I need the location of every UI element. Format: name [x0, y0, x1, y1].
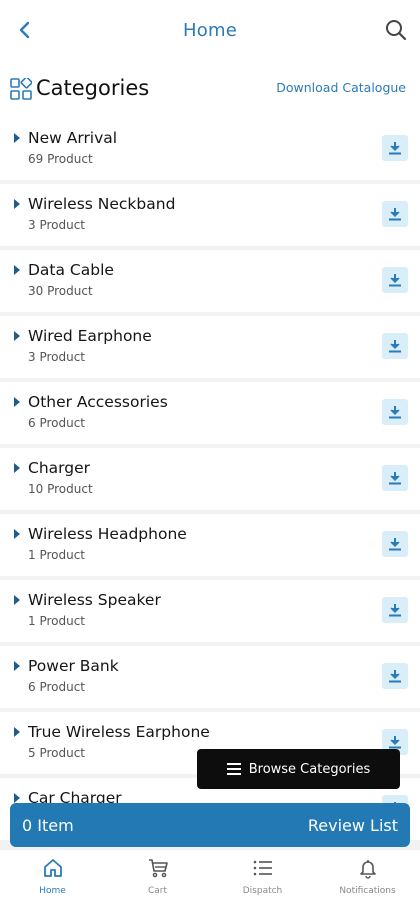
browse-categories-button[interactable]: Browse Categories [197, 749, 400, 789]
bottom-navigation: Home Cart Dispatch Notifications [0, 850, 420, 900]
caret-right-icon [14, 265, 20, 275]
download-icon [389, 604, 401, 617]
nav-label: Notifications [339, 886, 396, 896]
category-product-count: 6 Product [28, 680, 86, 694]
item-count: 0 Item [22, 815, 74, 835]
nav-label: Home [39, 886, 66, 896]
download-button[interactable] [382, 267, 408, 293]
download-button[interactable] [382, 399, 408, 425]
category-product-count: 3 Product [28, 350, 86, 364]
category-row[interactable]: Charger 10 Product [0, 448, 420, 510]
review-list-link[interactable]: Review List [308, 816, 398, 835]
section-title: Categories [36, 76, 150, 100]
bell-icon [356, 856, 380, 880]
download-icon [389, 274, 401, 287]
category-row[interactable]: Wireless Speaker 1 Product [0, 580, 420, 642]
download-button[interactable] [382, 333, 408, 359]
search-button[interactable] [382, 16, 410, 44]
caret-right-icon [14, 793, 20, 803]
category-name: Data Cable [28, 261, 114, 279]
category-name: Wireless Speaker [28, 591, 161, 609]
list-icon [251, 856, 275, 880]
nav-label: Cart [147, 886, 168, 896]
category-name: New Arrival [28, 129, 118, 147]
category-product-count: 6 Product [28, 416, 86, 430]
category-row[interactable]: Wireless Headphone 1 Product [0, 514, 420, 576]
category-product-count: 69 Product [28, 152, 93, 166]
category-product-count: 1 Product [28, 614, 86, 628]
cart-icon [146, 856, 170, 880]
download-icon [389, 142, 401, 155]
category-name: True Wireless Earphone [28, 723, 210, 741]
category-row[interactable]: Other Accessories 6 Product [0, 382, 420, 444]
category-product-count: 5 Product [28, 746, 86, 760]
nav-cart[interactable]: Cart [105, 850, 210, 900]
menu-icon [226, 763, 241, 775]
category-row[interactable]: Power Bank 6 Product [0, 646, 420, 708]
categories-icon [10, 78, 32, 100]
category-list: New Arrival 69 Product Wireless Neckband 3 … [0, 118, 420, 844]
back-button[interactable] [10, 16, 38, 44]
download-button[interactable] [382, 201, 408, 227]
caret-right-icon [14, 463, 20, 473]
download-icon [389, 208, 401, 221]
page-title: Home [183, 19, 237, 41]
categories-header: Categories Download Catalogue [0, 60, 420, 118]
category-product-count: 1 Product [28, 548, 86, 562]
category-row[interactable]: Wireless Neckband 3 Product [0, 184, 420, 246]
download-button[interactable] [382, 465, 408, 491]
download-button[interactable] [382, 663, 408, 689]
caret-right-icon [14, 661, 20, 671]
nav-label: Dispatch [242, 886, 283, 896]
caret-right-icon [14, 529, 20, 539]
download-button[interactable] [382, 135, 408, 161]
download-button[interactable] [382, 531, 408, 557]
category-row[interactable]: Data Cable 30 Product [0, 250, 420, 312]
download-icon [389, 538, 401, 551]
download-icon [389, 472, 401, 485]
category-product-count: 3 Product [28, 218, 86, 232]
caret-right-icon [14, 595, 20, 605]
caret-right-icon [14, 331, 20, 341]
caret-right-icon [14, 199, 20, 209]
search-icon [386, 20, 407, 41]
browse-categories-label: Browse Categories [248, 761, 371, 777]
nav-dispatch[interactable]: Dispatch [210, 850, 315, 900]
caret-right-icon [14, 397, 20, 407]
category-name: Wireless Headphone [28, 525, 187, 543]
download-button[interactable] [382, 597, 408, 623]
download-icon [389, 736, 401, 749]
download-icon [389, 670, 401, 683]
nav-home[interactable]: Home [0, 850, 105, 900]
caret-right-icon [14, 727, 20, 737]
home-icon [41, 856, 65, 880]
download-icon [389, 340, 401, 353]
download-catalogue-link[interactable]: Download Catalogue [276, 80, 406, 95]
category-product-count: 10 Product [28, 482, 93, 496]
caret-right-icon [14, 133, 20, 143]
category-name: Power Bank [28, 657, 119, 675]
category-row[interactable]: Wired Earphone 3 Product [0, 316, 420, 378]
nav-notifications[interactable]: Notifications [315, 850, 420, 900]
chevron-left-icon [19, 21, 30, 39]
review-list-bar[interactable]: 0 Item Review List [10, 803, 410, 847]
category-name: Other Accessories [28, 393, 168, 411]
category-name: Wireless Neckband [28, 195, 176, 213]
top-app-bar: Home [0, 0, 420, 60]
category-row[interactable]: New Arrival 69 Product [0, 118, 420, 180]
category-product-count: 30 Product [28, 284, 93, 298]
category-name: Charger [28, 459, 90, 477]
download-icon [389, 406, 401, 419]
category-name: Wired Earphone [28, 327, 152, 345]
